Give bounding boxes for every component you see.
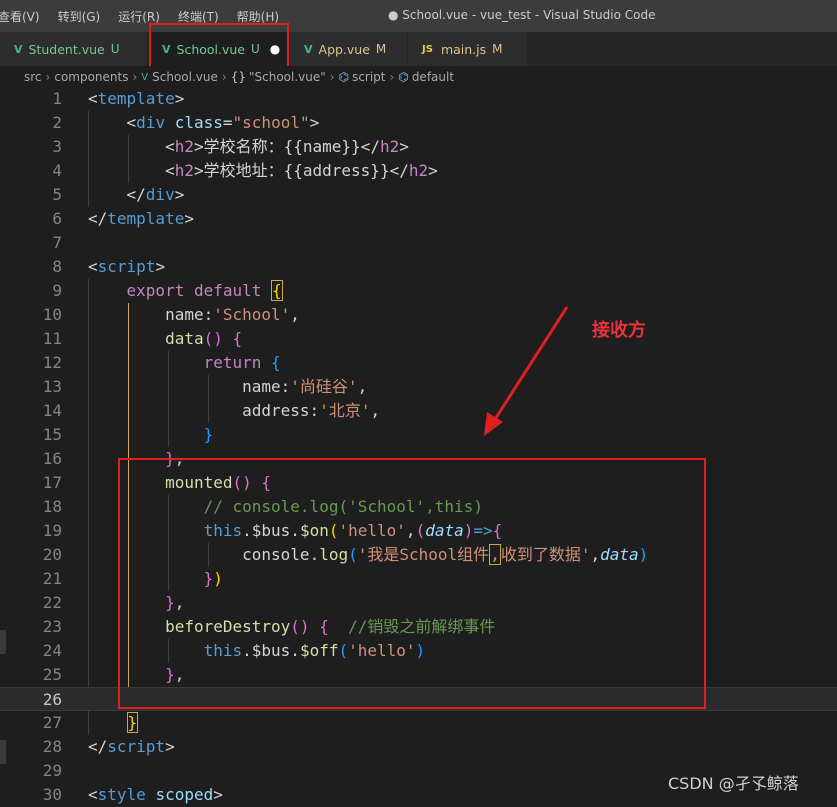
watermark: CSDN @孑孓鲸落 <box>668 774 799 793</box>
annotation-arrow <box>484 306 569 436</box>
